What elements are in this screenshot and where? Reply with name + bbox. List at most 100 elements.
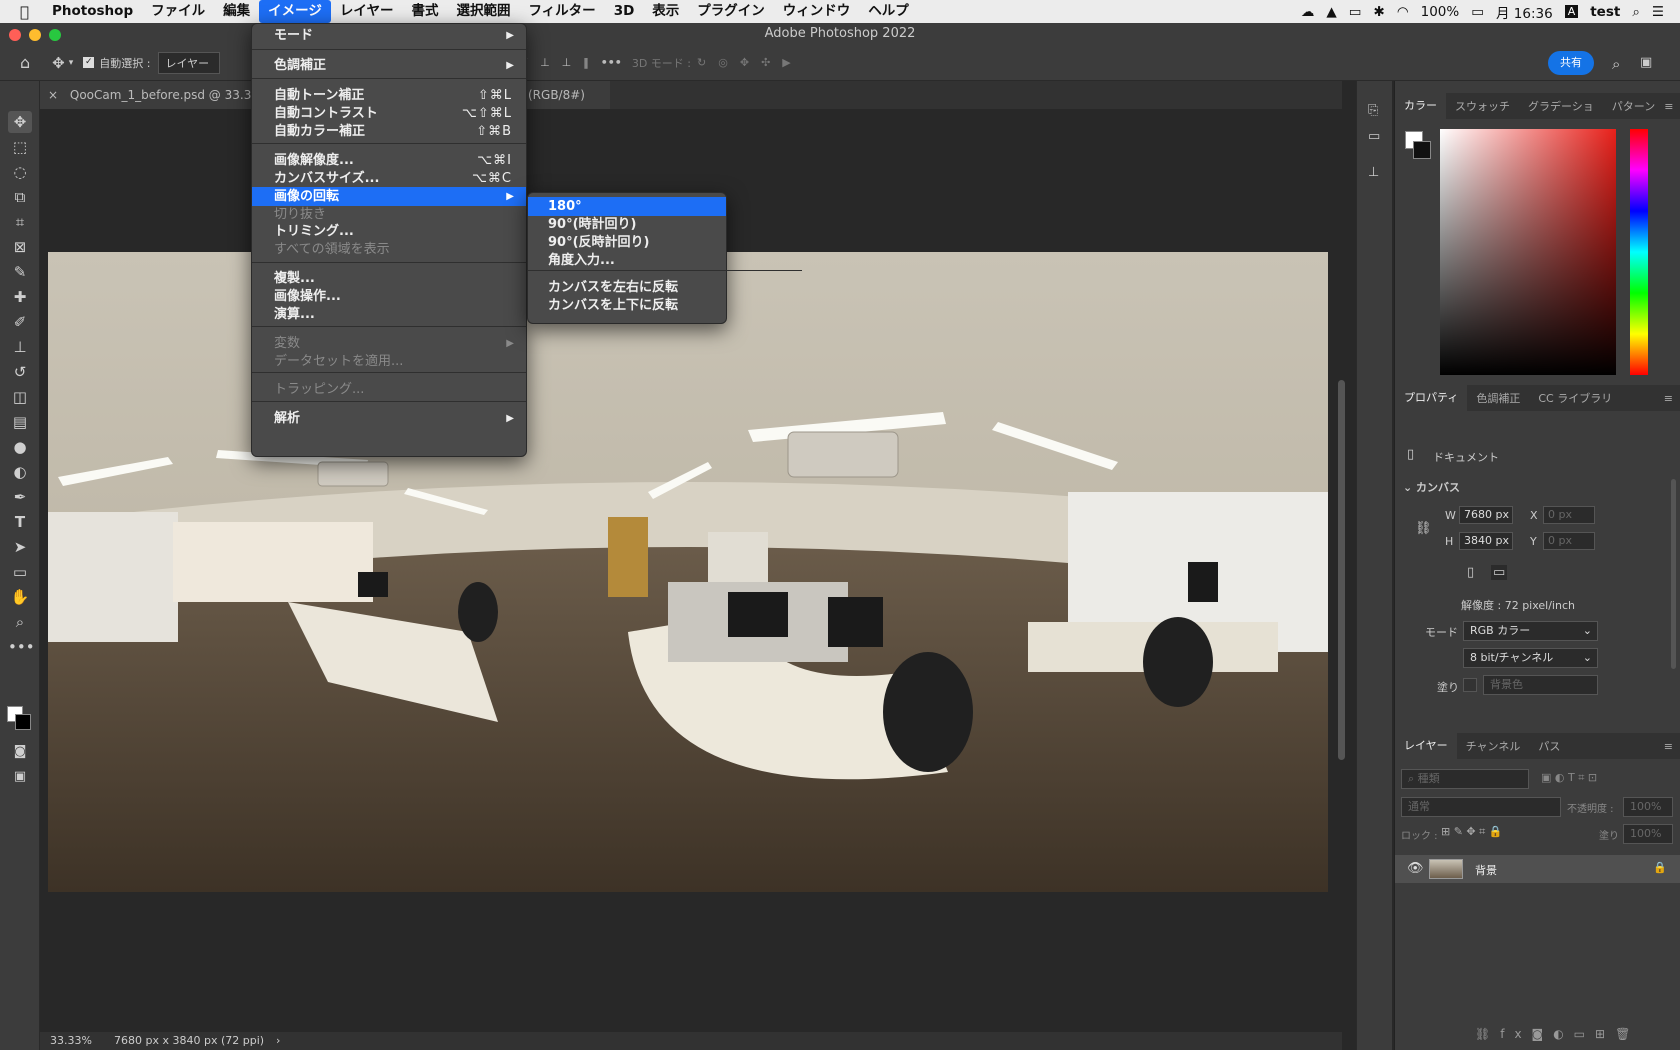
object-select-tool-icon[interactable]: ⧉ (8, 186, 32, 208)
drive-icon[interactable]: ▲ (1326, 4, 1336, 20)
3d-camera-icon[interactable]: ▶ (782, 56, 790, 69)
zoom-window-button[interactable] (49, 29, 61, 41)
panel-menu-icon[interactable]: ≡ (1664, 740, 1680, 753)
3d-orbit-icon[interactable]: ↻ (697, 56, 706, 69)
menu-image[interactable]: イメージ (259, 0, 331, 23)
lock-icons[interactable]: ⊞ ✎ ✥ ⌗ 🔒 (1441, 825, 1503, 839)
fill-opacity-input[interactable]: 100% (1623, 824, 1673, 844)
tab-channels[interactable]: チャンネル (1457, 738, 1530, 754)
menu-app[interactable]: Photoshop (43, 0, 142, 23)
comments-panel-icon[interactable]: ▭ (1368, 129, 1380, 144)
properties-scrollbar[interactable] (1671, 479, 1676, 669)
rotate-submenu-item[interactable]: 角度入力... (528, 251, 726, 270)
color-mode-select[interactable]: RGB カラー ⌄ (1463, 621, 1598, 641)
align-bottom-icon[interactable]: ⊥ (562, 56, 572, 69)
panel-menu-icon[interactable]: ≡ (1664, 392, 1680, 405)
tab-properties[interactable]: プロパティ (1395, 385, 1468, 411)
brush-tool-icon[interactable]: ✐ (8, 311, 32, 333)
tab-color[interactable]: カラー (1395, 93, 1446, 119)
layer-row[interactable]: 👁 背景 🔒 (1395, 855, 1680, 883)
workspace-icon[interactable]: ▣ (1640, 55, 1652, 70)
link-icon[interactable]: ⛓ (1415, 521, 1432, 536)
rotate-submenu-item[interactable]: 180° (528, 197, 726, 216)
history-brush-icon[interactable]: ↺ (8, 361, 32, 383)
menu-help[interactable]: ヘルプ (859, 0, 918, 23)
3d-roll-icon[interactable]: ◎ (718, 56, 728, 69)
layer-filter-select[interactable]: ⌕ 種類 (1401, 769, 1529, 789)
input-source-icon[interactable]: A (1564, 5, 1579, 18)
lock-icon[interactable]: 🔒 (1653, 861, 1667, 874)
battery-icon[interactable]: ▭ (1471, 4, 1484, 20)
menu-3d[interactable]: 3D (605, 0, 644, 23)
menu-type[interactable]: 書式 (402, 0, 447, 23)
height-input[interactable]: 3840 px (1459, 532, 1513, 550)
menu-edit[interactable]: 編集 (214, 0, 259, 23)
background-color-swatch[interactable] (15, 714, 31, 730)
user-name[interactable]: test (1590, 4, 1620, 20)
lasso-tool-icon[interactable]: ◌ (8, 161, 32, 183)
close-tab-icon[interactable]: × (48, 88, 58, 102)
image-menu-item[interactable]: 画像操作... (252, 287, 526, 306)
tab-layers[interactable]: レイヤー (1395, 733, 1457, 759)
search-icon[interactable]: ⌕ (1612, 55, 1620, 73)
path-select-icon[interactable]: ➤ (8, 536, 32, 558)
fill-select[interactable]: 背景色 (1483, 675, 1598, 695)
edit-toolbar-icon[interactable]: ••• (8, 636, 35, 658)
zoom-tool-icon[interactable]: ⌕ (8, 611, 32, 633)
layer-name[interactable]: 背景 (1475, 862, 1497, 878)
tab-adjustments[interactable]: 色調補正 (1467, 390, 1529, 406)
chevron-right-icon[interactable]: › (276, 1032, 280, 1050)
menu-view[interactable]: 表示 (643, 0, 688, 23)
rotate-submenu-item[interactable]: 90°(時計回り) (528, 215, 726, 234)
screen-mode-icon[interactable]: ▣ (8, 766, 32, 788)
color-picker-field[interactable] (1440, 129, 1616, 375)
auto-select-checkbox[interactable]: ✓ (83, 57, 95, 68)
control-center-icon[interactable]: ☰ (1652, 4, 1664, 20)
opacity-input[interactable]: 100% (1623, 797, 1673, 817)
more-options-icon[interactable]: ••• (601, 56, 622, 69)
eraser-tool-icon[interactable]: ◫ (8, 386, 32, 408)
3d-slide-icon[interactable]: ✣ (761, 56, 770, 69)
image-menu-item[interactable]: 演算... (252, 305, 526, 324)
align-vcenter-icon[interactable]: ⊥ (540, 56, 550, 69)
healing-brush-icon[interactable]: ✚ (8, 286, 32, 308)
dodge-tool-icon[interactable]: ◐ (8, 461, 32, 483)
fill-color-swatch[interactable] (1463, 678, 1477, 692)
width-input[interactable]: 7680 px (1459, 506, 1513, 524)
bit-depth-select[interactable]: 8 bit/チャンネル ⌄ (1463, 648, 1598, 668)
marquee-tool-icon[interactable]: ⬚ (8, 136, 32, 158)
creative-cloud-icon[interactable]: ☁ (1301, 4, 1315, 20)
gradient-tool-icon[interactable]: ▤ (8, 411, 32, 433)
image-menu-item[interactable]: 複製... (252, 269, 526, 288)
rectangle-tool-icon[interactable]: ▭ (8, 561, 32, 583)
x-input[interactable]: 0 px (1543, 506, 1595, 524)
panel-menu-icon[interactable]: ≡ (1664, 100, 1680, 113)
tab-cc-libraries[interactable]: CC ライブラリ (1529, 390, 1621, 406)
layer-actions[interactable]: ⛓fx◙◐▭⊞🗑 (1475, 1027, 1640, 1041)
menu-file[interactable]: ファイル (142, 0, 214, 23)
menu-select[interactable]: 選択範囲 (447, 0, 519, 23)
stamp-tool-icon[interactable]: ⊥ (8, 336, 32, 358)
clock[interactable]: 月 16:36 (1496, 2, 1553, 22)
blur-tool-icon[interactable]: ● (8, 436, 32, 458)
rotate-submenu-item[interactable]: カンバスを上下に反転 (528, 296, 726, 315)
document-canvas[interactable] (48, 252, 1328, 892)
chevron-down-icon[interactable]: ▾ (69, 58, 74, 68)
type-tool-icon[interactable]: T (8, 511, 32, 533)
image-menu-item[interactable]: モード ▶ (252, 26, 526, 45)
3d-pan-icon[interactable]: ✥ (740, 56, 749, 69)
hand-tool-icon[interactable]: ✋ (8, 586, 32, 608)
rotate-submenu-item[interactable]: カンバスを左右に反転 (528, 278, 726, 297)
auto-select-target-select[interactable]: レイヤー (158, 51, 221, 74)
share-button[interactable]: 共有 (1548, 51, 1594, 75)
blend-mode-select[interactable]: 通常 (1401, 797, 1561, 817)
hue-slider[interactable] (1630, 129, 1648, 375)
image-menu-item[interactable]: カンバスサイズ... ⌥⌘C (252, 169, 526, 188)
tab-paths[interactable]: パス (1529, 738, 1569, 754)
distribute-icon[interactable]: ‖ (583, 56, 589, 69)
frame-tool-icon[interactable]: ⊠ (8, 236, 32, 258)
menu-window[interactable]: ウィンドウ (774, 0, 860, 23)
bg-swatch[interactable] (1413, 141, 1431, 159)
eyedropper-tool-icon[interactable]: ✎ (8, 261, 32, 283)
menu-layer[interactable]: レイヤー (331, 0, 403, 23)
